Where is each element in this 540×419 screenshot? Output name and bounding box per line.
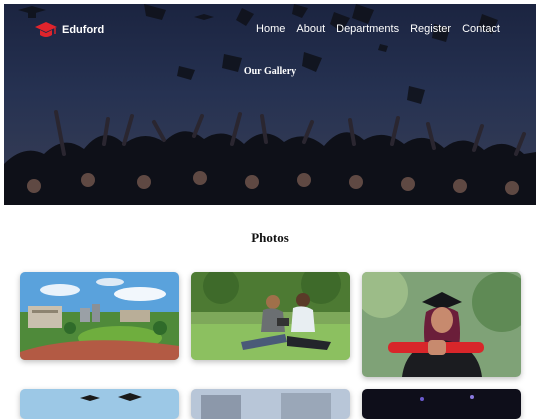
gallery-title: Photos [251,230,289,245]
gallery-photo-building[interactable] [191,389,350,419]
graduation-cap-icon [35,22,57,37]
gallery-photo-students[interactable] [191,272,350,360]
campus-building-image [191,389,350,419]
nav-menu: Home About Departments Register Contact [256,23,500,35]
campus-image [20,272,179,360]
event-image [362,389,521,419]
brand-logo[interactable]: Eduford [34,19,104,41]
nav-link-departments[interactable]: Departments [336,23,399,35]
hero-title: Our Gallery [243,66,297,77]
gallery-photo-event[interactable] [362,389,521,419]
brand-name: Eduford [62,24,105,36]
gallery-photo-campus[interactable] [20,272,179,360]
nav-link-home[interactable]: Home [256,23,285,35]
nav-link-about[interactable]: About [296,23,325,35]
top-navigation: Eduford Home About Departments Register … [4,4,536,54]
gallery-photo-graduate[interactable] [362,272,521,377]
nav-link-register[interactable]: Register [410,23,451,35]
gallery-photo-caps[interactable] [20,389,179,419]
hero-banner: Eduford Home About Departments Register … [4,4,536,205]
students-studying-image [191,272,350,360]
nav-link-contact[interactable]: Contact [462,23,500,35]
graduate-with-diploma-image [362,272,521,377]
graduation-caps-image [20,389,179,419]
